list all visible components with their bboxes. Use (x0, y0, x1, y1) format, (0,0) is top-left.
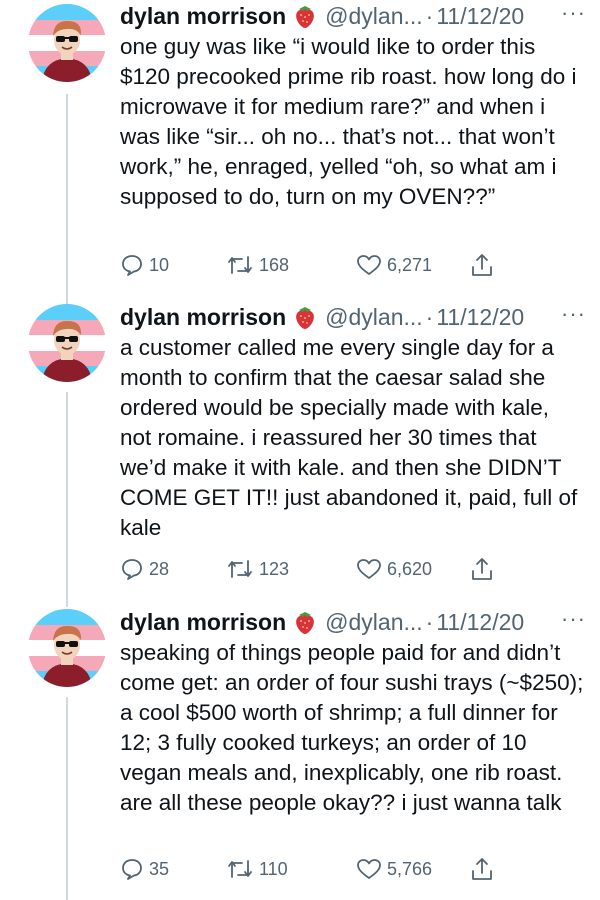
reply-count: 28 (149, 558, 170, 579)
share-icon (472, 558, 492, 580)
retweet-icon (228, 560, 252, 578)
share-button[interactable] (470, 252, 494, 278)
share-button[interactable] (470, 856, 494, 882)
handle[interactable]: @dylan... (325, 0, 423, 32)
like-button[interactable]: 6,271 (356, 253, 432, 277)
reply-count: 10 (149, 254, 170, 275)
like-button[interactable]: 6,620 (356, 557, 432, 581)
thread-line (66, 392, 68, 607)
tweet-header: dylan morrison @dylan... · 11/12/20 (120, 301, 586, 333)
tweet-actions: 28 123 6,620 (120, 554, 500, 584)
like-button[interactable]: 5,766 (356, 857, 432, 881)
tweet-header: dylan morrison @dylan... · 11/12/20 (120, 0, 586, 32)
separator-dot: · (425, 609, 434, 635)
like-count: 5,766 (387, 858, 433, 879)
tweet-3[interactable]: dylan morrison @dylan... · 11/12/20 ··· … (0, 601, 600, 900)
like-icon (357, 859, 381, 879)
timestamp[interactable]: 11/12/20 (436, 0, 524, 32)
handle[interactable]: @dylan... (325, 606, 423, 638)
reply-count: 35 (149, 858, 170, 879)
retweet-count: 123 (259, 558, 290, 579)
tweet-actions: 10 168 6,271 (120, 250, 500, 280)
display-name[interactable]: dylan morrison (120, 301, 286, 333)
retweet-button[interactable]: 123 (226, 557, 289, 581)
tweet-text: speaking of things people paid for and d… (120, 640, 584, 815)
like-icon (357, 255, 381, 275)
separator-dot: · (425, 3, 434, 29)
display-name[interactable]: dylan morrison (120, 606, 286, 638)
tweet-text: a customer called me every single day fo… (120, 335, 578, 540)
share-icon (472, 254, 492, 276)
tweet-header: dylan morrison @dylan... · 11/12/20 (120, 606, 586, 638)
tweet-1[interactable]: dylan morrison @dylan... · 11/12/20 ··· … (0, 0, 600, 306)
reply-icon (122, 859, 142, 880)
display-name[interactable]: dylan morrison (120, 0, 286, 32)
more-icon[interactable]: ··· (561, 606, 586, 632)
reply-button[interactable]: 35 (120, 857, 169, 881)
more-icon[interactable]: ··· (561, 301, 586, 327)
share-button[interactable] (470, 556, 494, 582)
like-count: 6,620 (387, 558, 433, 579)
avatar[interactable] (28, 609, 106, 687)
tweet-2[interactable]: dylan morrison @dylan... · 11/12/20 ··· … (0, 296, 600, 607)
retweet-count: 110 (259, 858, 288, 879)
avatar[interactable] (28, 304, 106, 382)
thread-line (66, 94, 68, 306)
thread-line (66, 697, 68, 900)
tweet-actions: 35 110 5,766 (120, 854, 500, 884)
retweet-button[interactable]: 168 (226, 253, 289, 277)
retweet-icon (228, 256, 252, 274)
avatar[interactable] (28, 4, 106, 82)
more-icon[interactable]: ··· (561, 0, 586, 26)
strawberry-emoji (293, 304, 317, 330)
retweet-button[interactable]: 110 (226, 857, 288, 881)
handle[interactable]: @dylan... (325, 301, 423, 333)
reply-button[interactable]: 28 (120, 557, 169, 581)
like-icon (357, 559, 381, 579)
tweet-text: one guy was like “i would like to order … (120, 34, 577, 209)
strawberry-emoji (293, 609, 317, 635)
share-icon (472, 858, 492, 880)
strawberry-emoji (293, 3, 317, 29)
reply-button[interactable]: 10 (120, 253, 169, 277)
separator-dot: · (425, 304, 434, 330)
retweet-icon (228, 860, 252, 878)
like-count: 6,271 (387, 254, 433, 275)
timestamp[interactable]: 11/12/20 (436, 301, 524, 333)
retweet-count: 168 (259, 254, 290, 275)
timestamp[interactable]: 11/12/20 (436, 606, 524, 638)
reply-icon (122, 255, 142, 276)
reply-icon (122, 559, 142, 580)
